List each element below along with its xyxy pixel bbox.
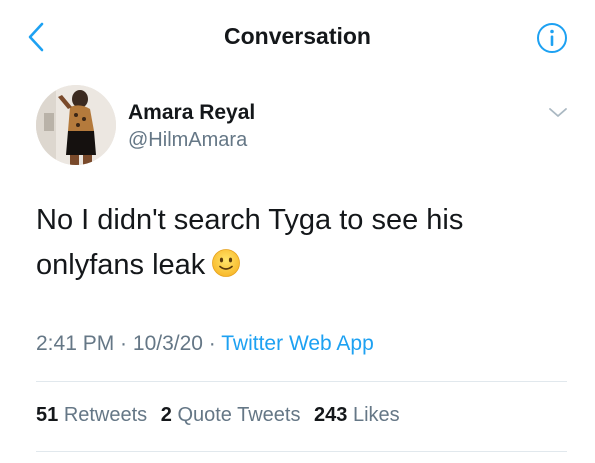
retweets-count: 51 [36, 404, 59, 426]
divider [36, 381, 567, 382]
tweet-text-line-1: No I didn't search Tyga to see his [36, 204, 464, 236]
quote-tweets-label: Quote Tweets [177, 404, 301, 426]
page-title: Conversation [224, 23, 371, 49]
display-name[interactable]: Amara Reyal [128, 101, 255, 125]
avatar[interactable] [36, 85, 116, 165]
user-handle[interactable]: @HilmAmara [128, 129, 247, 152]
separator-dot: · [202, 332, 222, 355]
info-button[interactable] [536, 22, 568, 54]
tweet-date: 10/3/20 [132, 332, 203, 355]
divider [36, 451, 567, 452]
top-nav-bar: Conversation [0, 0, 595, 72]
retweets-label: Retweets [63, 404, 148, 426]
separator-dot: · [114, 332, 133, 355]
tweet-author: Amara Reyal @HilmAmara [36, 85, 567, 167]
tweet-time: 2:41 PM [36, 332, 115, 355]
info-circle-icon [537, 23, 567, 53]
tweet-text-line-2: onlyfans leak [36, 243, 556, 292]
chevron-down-icon [549, 108, 567, 117]
avatar-photo [36, 85, 116, 165]
likes-stat[interactable]: 243 Likes [314, 404, 400, 426]
quote-tweets-stat[interactable]: 2 Quote Tweets [161, 404, 301, 426]
likes-count: 243 [314, 404, 348, 426]
tweet-text-line-2-text: onlyfans leak [36, 249, 206, 281]
tweet-metadata: 2:41 PM · 10/3/20 · Twitter Web App [36, 332, 374, 356]
retweets-stat[interactable]: 51 Retweets [36, 404, 147, 426]
tweet-source-link[interactable]: Twitter Web App [221, 332, 374, 355]
slightly-smiling-face-emoji [211, 247, 241, 292]
tweet-stats: 51 Retweets 2 Quote Tweets 243 Likes [36, 404, 408, 427]
tweet-options-button[interactable] [546, 103, 570, 123]
likes-label: Likes [352, 404, 400, 426]
quote-tweets-count: 2 [160, 404, 172, 426]
tweet-text: No I didn't search Tyga to see his onlyf… [36, 198, 556, 292]
